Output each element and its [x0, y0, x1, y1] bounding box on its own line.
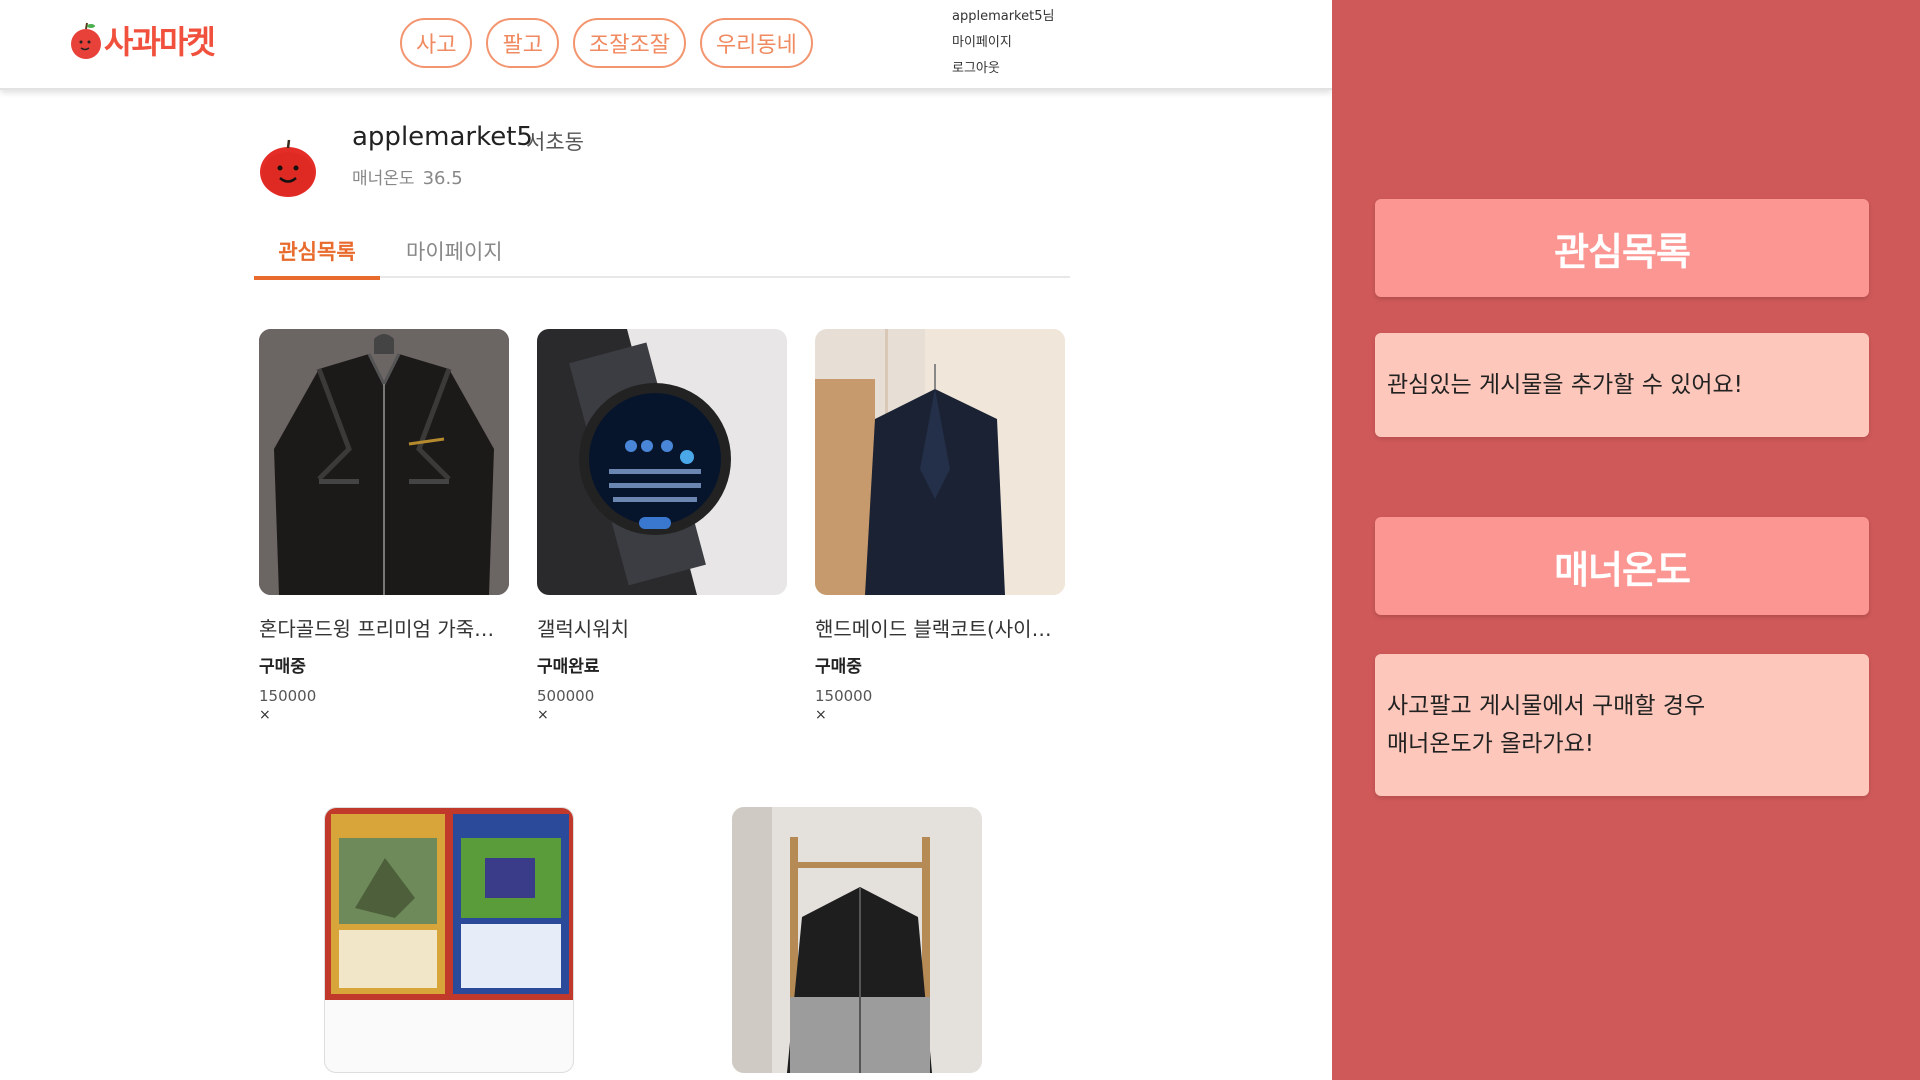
logo[interactable]: 사과마켓 — [70, 17, 216, 63]
item-image-leather-jacket[interactable] — [259, 329, 509, 595]
item-status: 구매중 — [259, 657, 306, 677]
user-greeting: applemarket5님 — [952, 9, 1055, 24]
item-status: 구매중 — [815, 657, 862, 677]
remove-item-button[interactable]: × — [815, 707, 829, 723]
item-title[interactable]: 핸드메이드 블랙코트(사이즈... — [815, 613, 1065, 642]
item-image-zip-jacket[interactable] — [732, 807, 982, 1073]
item-title[interactable]: 혼다골드윙 프리미엄 가죽자... — [259, 613, 509, 642]
guide-manner-desc: 사고팔고 게시물에서 구매할 경우 매너온도가 올라가요! — [1375, 654, 1869, 796]
avatar — [260, 139, 316, 197]
mypage-link[interactable]: 마이페이지 — [952, 34, 1054, 51]
list-item[interactable]: 핸드메이드 블랙코트(사이즈... 구매중 150000 × — [815, 329, 1065, 723]
guide-watchlist-body: 관심있는 게시물을 추가할 수 있어요! — [1375, 333, 1869, 437]
item-price: 150000 — [259, 687, 317, 705]
manner-temperature: 매너온도 36.5 — [352, 164, 463, 189]
guide-manner-title: 매너온도 — [1375, 517, 1869, 615]
item-price: 150000 — [815, 687, 873, 705]
guide-manner-line-2: 매너온도가 올라가요! — [1387, 731, 1594, 757]
remove-item-button[interactable]: × — [537, 707, 551, 723]
guide-manner-header: 매너온도 — [1375, 517, 1869, 615]
profile-username: applemarket5 — [352, 122, 533, 152]
nav-neighborhood-button[interactable]: 우리동네 — [699, 18, 813, 68]
guide-watchlist-title: 관심목록 — [1375, 199, 1869, 297]
nav-chat-button[interactable]: 조잘조잘 — [572, 18, 686, 68]
item-image-smartwatch[interactable] — [537, 329, 787, 595]
user-menu: applemarket5님 마이페이지 로그아웃 — [952, 8, 1054, 77]
nav-sell-button[interactable]: 팔고 — [486, 18, 559, 68]
manner-label: 매너온도 — [352, 169, 415, 189]
profile-tabs: 관심목록 마이페이지 — [254, 232, 1070, 280]
tab-mypage[interactable]: 마이페이지 — [406, 236, 503, 278]
list-item[interactable]: 갤럭시워치 구매완료 500000 × — [537, 329, 787, 723]
guide-manner-line-1: 사고팔고 게시물에서 구매할 경우 — [1387, 693, 1706, 719]
item-price: 500000 — [537, 687, 595, 705]
guide-watchlist-header: 관심목록 — [1375, 199, 1869, 297]
remove-item-button[interactable]: × — [259, 707, 273, 723]
profile-town: 서초동 — [526, 130, 584, 154]
nav-buy-button[interactable]: 사고 — [400, 18, 473, 68]
logo-text: 사과마켓 — [104, 23, 216, 61]
top-navigation-bar: 사과마켓 사고 팔고 조잘조잘 우리동네 applemarket5님 마이페이지… — [0, 0, 1332, 90]
main-nav: 사고 팔고 조잘조잘 우리동네 — [400, 18, 813, 68]
apple-logo-icon — [71, 22, 101, 59]
guide-panel: 관심목록 관심있는 게시물을 추가할 수 있어요! 매너온도 사고팔고 게시물에… — [1332, 0, 1920, 1080]
item-image-black-coat[interactable] — [815, 329, 1065, 595]
item-status: 구매완료 — [537, 657, 600, 677]
guide-manner-body: 사고팔고 게시물에서 구매할 경우 매너온도가 올라가요! — [1375, 654, 1869, 796]
manner-value: 36.5 — [422, 168, 463, 189]
item-title[interactable]: 갤럭시워치 — [537, 613, 787, 642]
logout-link[interactable]: 로그아웃 — [952, 60, 1054, 77]
tab-watchlist[interactable]: 관심목록 — [254, 236, 380, 280]
list-item[interactable]: 혼다골드윙 프리미엄 가죽자... 구매중 150000 × — [259, 329, 509, 723]
guide-watchlist-desc: 관심있는 게시물을 추가할 수 있어요! — [1375, 333, 1869, 437]
item-image-trading-cards[interactable] — [324, 807, 574, 1073]
app-area: 사과마켓 사고 팔고 조잘조잘 우리동네 applemarket5님 마이페이지… — [0, 0, 1332, 1080]
